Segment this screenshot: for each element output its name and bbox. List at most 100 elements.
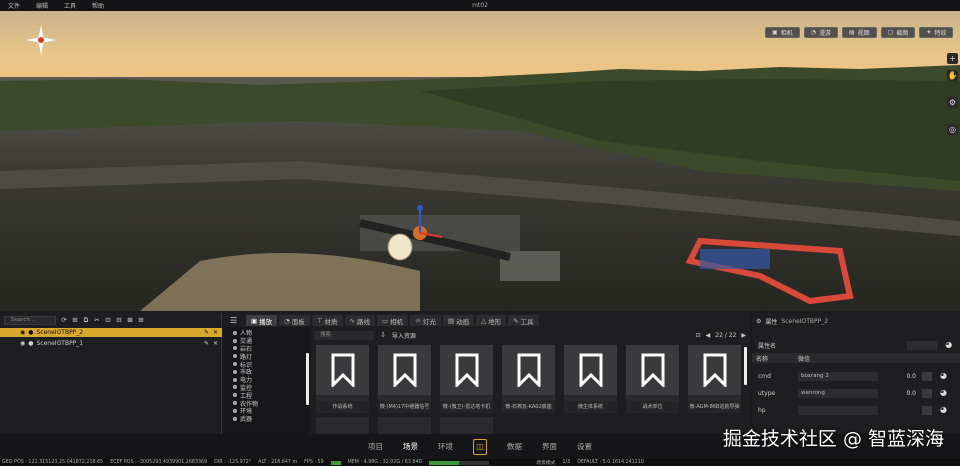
tab-route[interactable]: ∿ 路线 bbox=[344, 315, 375, 326]
pan-icon[interactable]: ✋ bbox=[947, 70, 958, 81]
camera-icon: ▭ bbox=[381, 316, 389, 325]
palette-icon[interactable]: ◕ bbox=[945, 340, 954, 350]
bulb-icon: ● bbox=[28, 340, 34, 347]
nav-scene[interactable]: 场景 bbox=[403, 441, 418, 452]
camera-button[interactable]: ▣ 相机 bbox=[765, 27, 800, 38]
category-item[interactable]: 监控 bbox=[224, 384, 310, 392]
3d-viewport[interactable]: ▣ 相机 ◔ 漫游 ▤ 视图 ▢ 截图 ✦ 特效 + ✋ ⚙ ◎ bbox=[0, 11, 960, 311]
nav-settings[interactable]: 设置 bbox=[577, 441, 592, 452]
asset-card[interactable]: 微-石棉瓦-KA02底座 bbox=[502, 345, 555, 413]
roam-button[interactable]: ◔ 漫游 bbox=[803, 27, 838, 38]
nav-interface[interactable]: 界面 bbox=[542, 441, 557, 452]
property-input[interactable] bbox=[907, 340, 938, 350]
import-button[interactable]: 导入资源 bbox=[392, 331, 416, 340]
color-swatch[interactable] bbox=[922, 405, 932, 415]
ecef-pos: ECEF POS : -3005293,4939901,2683369 bbox=[110, 460, 208, 465]
menu-help[interactable]: 帮助 bbox=[84, 1, 112, 10]
camera-icon: ▣ bbox=[772, 29, 778, 36]
tab-light[interactable]: ☼ 灯光 bbox=[410, 315, 441, 326]
effects-button[interactable]: ✦ 特效 bbox=[919, 27, 954, 38]
edit-icon[interactable]: ✎ bbox=[204, 340, 209, 347]
category-item[interactable]: 电力 bbox=[224, 376, 310, 384]
tab-material[interactable]: ⊤ 材质 bbox=[311, 315, 343, 326]
terrain-icon: △ bbox=[481, 316, 487, 325]
properties-icon: ⚙ bbox=[756, 317, 762, 325]
asset-card[interactable]: 微-AGM-86B巡航导弹 bbox=[688, 345, 741, 413]
category-item[interactable]: 人物 bbox=[224, 329, 310, 337]
view-button[interactable]: ▤ 视图 bbox=[841, 27, 877, 38]
asset-card[interactable] bbox=[316, 417, 369, 434]
close-icon[interactable]: ✕ bbox=[213, 329, 218, 336]
tab-animation[interactable]: ▤ 动画 bbox=[442, 315, 475, 326]
refresh-icon[interactable]: ⟳ bbox=[60, 316, 68, 324]
close-icon[interactable]: ✕ bbox=[213, 340, 218, 347]
property-number[interactable]: 0.0 bbox=[882, 373, 916, 380]
category-item[interactable]: 路灯 bbox=[224, 352, 310, 361]
asset-card[interactable]: 微-(M4)17中继器信号 bbox=[378, 345, 431, 413]
group-icon[interactable]: ⊡ bbox=[104, 316, 112, 324]
asset-card[interactable]: 微生体系统 bbox=[564, 345, 617, 413]
category-item[interactable]: 标识 bbox=[224, 360, 310, 369]
eye-icon[interactable]: ◉ bbox=[20, 329, 25, 336]
nav-data[interactable]: 数据 bbox=[507, 441, 522, 452]
eye-icon[interactable]: ◉ bbox=[20, 340, 25, 347]
status-bar: GEO POS : 121.315123,25.041872,218.65 EC… bbox=[0, 459, 960, 466]
category-item[interactable]: 交通 bbox=[224, 337, 310, 345]
menu-tools[interactable]: 工具 bbox=[56, 1, 84, 10]
grid-icon[interactable]: ⊞ bbox=[137, 316, 145, 324]
target-icon[interactable]: ◎ bbox=[947, 124, 958, 135]
property-value-field[interactable] bbox=[798, 405, 878, 415]
zoom-in-icon[interactable]: + bbox=[947, 53, 958, 64]
category-item[interactable]: 武器 bbox=[224, 415, 310, 423]
nav-project[interactable]: 项目 bbox=[368, 441, 383, 452]
expand-icon[interactable]: ⊞ bbox=[71, 316, 79, 324]
tab-camera[interactable]: ▭ 相机 bbox=[376, 315, 409, 326]
next-page-icon[interactable]: ▶ bbox=[741, 332, 746, 339]
asset-card[interactable] bbox=[378, 417, 431, 434]
category-item[interactable]: 环境 bbox=[224, 407, 310, 415]
scene-tree-item[interactable]: ◉ ● SceneIOTBPP_1 ✎ ✕ bbox=[0, 339, 222, 348]
menu-file[interactable]: 文件 bbox=[0, 1, 28, 10]
property-value-field[interactable]: wenrong bbox=[798, 388, 878, 398]
settings-icon[interactable]: ⚙ bbox=[947, 97, 958, 108]
property-value-field[interactable]: boxrang 2 bbox=[798, 371, 878, 381]
asset-card[interactable]: 战术单位 bbox=[626, 345, 679, 413]
edit-icon[interactable]: ✎ bbox=[204, 329, 209, 336]
tab-tools[interactable]: ✎ 工具 bbox=[508, 315, 539, 326]
memory-bar bbox=[429, 460, 490, 465]
copy-icon[interactable]: ⧉ bbox=[82, 316, 90, 324]
asset-scrollbar[interactable] bbox=[744, 347, 747, 385]
delete-icon[interactable]: ⊠ bbox=[126, 316, 134, 324]
category-item[interactable]: 农作物 bbox=[224, 399, 310, 408]
category-item[interactable]: 工程 bbox=[224, 391, 310, 400]
palette-icon[interactable]: ◕ bbox=[940, 388, 950, 398]
asset-card[interactable]: 作战系统 bbox=[316, 345, 369, 413]
nav-environment[interactable]: 环境 bbox=[438, 441, 453, 452]
color-swatch[interactable] bbox=[922, 388, 932, 398]
palette-icon[interactable]: ◕ bbox=[940, 371, 950, 381]
property-number[interactable]: 0.0 bbox=[882, 390, 916, 397]
category-item[interactable]: 市政 bbox=[224, 368, 310, 376]
scene-search-input[interactable]: Search... bbox=[4, 316, 56, 325]
asset-card[interactable] bbox=[440, 417, 493, 434]
asset-search-input[interactable]: 搜索 bbox=[314, 330, 374, 340]
cut-icon[interactable]: ✂ bbox=[93, 316, 101, 324]
asset-card[interactable]: 微-(微卫)-雷达塔卡机 bbox=[440, 345, 493, 413]
import-icon[interactable]: ⇩ bbox=[380, 331, 386, 339]
properties-panel: ⚙ 属性 SceneIOTBPP_2 属性名 ◕ 名称 微信 cmd boxra… bbox=[752, 313, 960, 434]
color-swatch[interactable] bbox=[922, 371, 932, 381]
prev-page-icon[interactable]: ◀ bbox=[706, 332, 711, 339]
category-item[interactable]: 岩石 bbox=[224, 345, 310, 353]
screenshot-button[interactable]: ▢ 截图 bbox=[880, 27, 916, 38]
app-logo-icon[interactable]: ◫ bbox=[473, 438, 487, 455]
compass-icon[interactable] bbox=[26, 25, 56, 55]
palette-icon[interactable]: ◕ bbox=[940, 405, 950, 415]
first-page-icon[interactable]: ⊡ bbox=[696, 332, 701, 339]
category-scrollbar[interactable] bbox=[306, 353, 309, 405]
menu-edit[interactable]: 编辑 bbox=[28, 1, 56, 10]
tab-play[interactable]: ▣ 播放 bbox=[246, 315, 278, 326]
tab-terrain[interactable]: △ 地形 bbox=[476, 315, 507, 326]
tab-panel[interactable]: ◔ 面板 bbox=[279, 315, 310, 326]
collapse-icon[interactable]: ⊟ bbox=[115, 316, 123, 324]
scene-tree-item[interactable]: ◉ ● SceneIOTBPP_2 ✎ ✕ bbox=[0, 328, 222, 337]
